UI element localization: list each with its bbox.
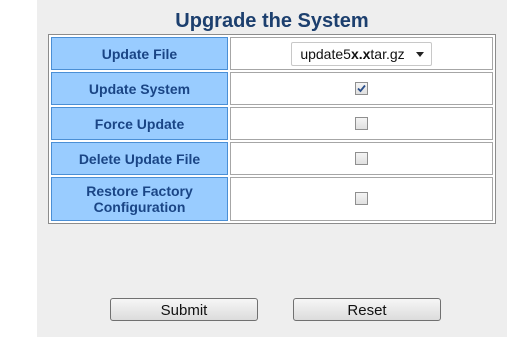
update-file-suffix: tar.gz xyxy=(370,45,405,62)
reset-button[interactable]: Reset xyxy=(293,298,441,321)
restore-factory-label: Restore Factory Configuration xyxy=(51,177,228,221)
restore-factory-checkbox[interactable] xyxy=(355,192,368,206)
restore-factory-label-line2: Configuration xyxy=(93,199,186,215)
update-system-label: Update System xyxy=(51,72,228,105)
force-update-cell xyxy=(230,107,493,140)
submit-button[interactable]: Submit xyxy=(110,298,258,321)
restore-factory-cell xyxy=(230,177,493,221)
force-update-label: Force Update xyxy=(51,107,228,140)
chevron-down-icon xyxy=(415,51,424,57)
restore-factory-label-line1: Restore Factory xyxy=(86,183,193,199)
row-update-file: Update File update5x.xtar.gz xyxy=(51,37,493,70)
delete-update-file-checkbox[interactable] xyxy=(355,151,368,165)
update-system-cell xyxy=(230,72,493,105)
row-restore-factory: Restore Factory Configuration xyxy=(51,177,493,221)
row-delete-update-file: Delete Update File xyxy=(51,142,493,175)
row-force-update: Force Update xyxy=(51,107,493,140)
upgrade-panel: Upgrade the System Update File update5x.… xyxy=(37,0,507,337)
upgrade-settings-table: Update File update5x.xtar.gz Update Syst… xyxy=(48,34,496,224)
update-file-cell: update5x.xtar.gz xyxy=(230,37,493,70)
update-file-prefix: update5 xyxy=(300,45,351,62)
update-file-select[interactable]: update5x.xtar.gz xyxy=(291,41,432,66)
delete-update-file-cell xyxy=(230,142,493,175)
update-system-checkbox[interactable] xyxy=(355,81,368,95)
delete-update-file-label: Delete Update File xyxy=(51,142,228,175)
page-title: Upgrade the System xyxy=(175,10,369,32)
update-file-label: Update File xyxy=(51,37,228,70)
row-update-system: Update System xyxy=(51,72,493,105)
force-update-checkbox[interactable] xyxy=(355,116,368,130)
update-file-version: x.x xyxy=(350,45,371,62)
check-icon xyxy=(357,84,366,93)
